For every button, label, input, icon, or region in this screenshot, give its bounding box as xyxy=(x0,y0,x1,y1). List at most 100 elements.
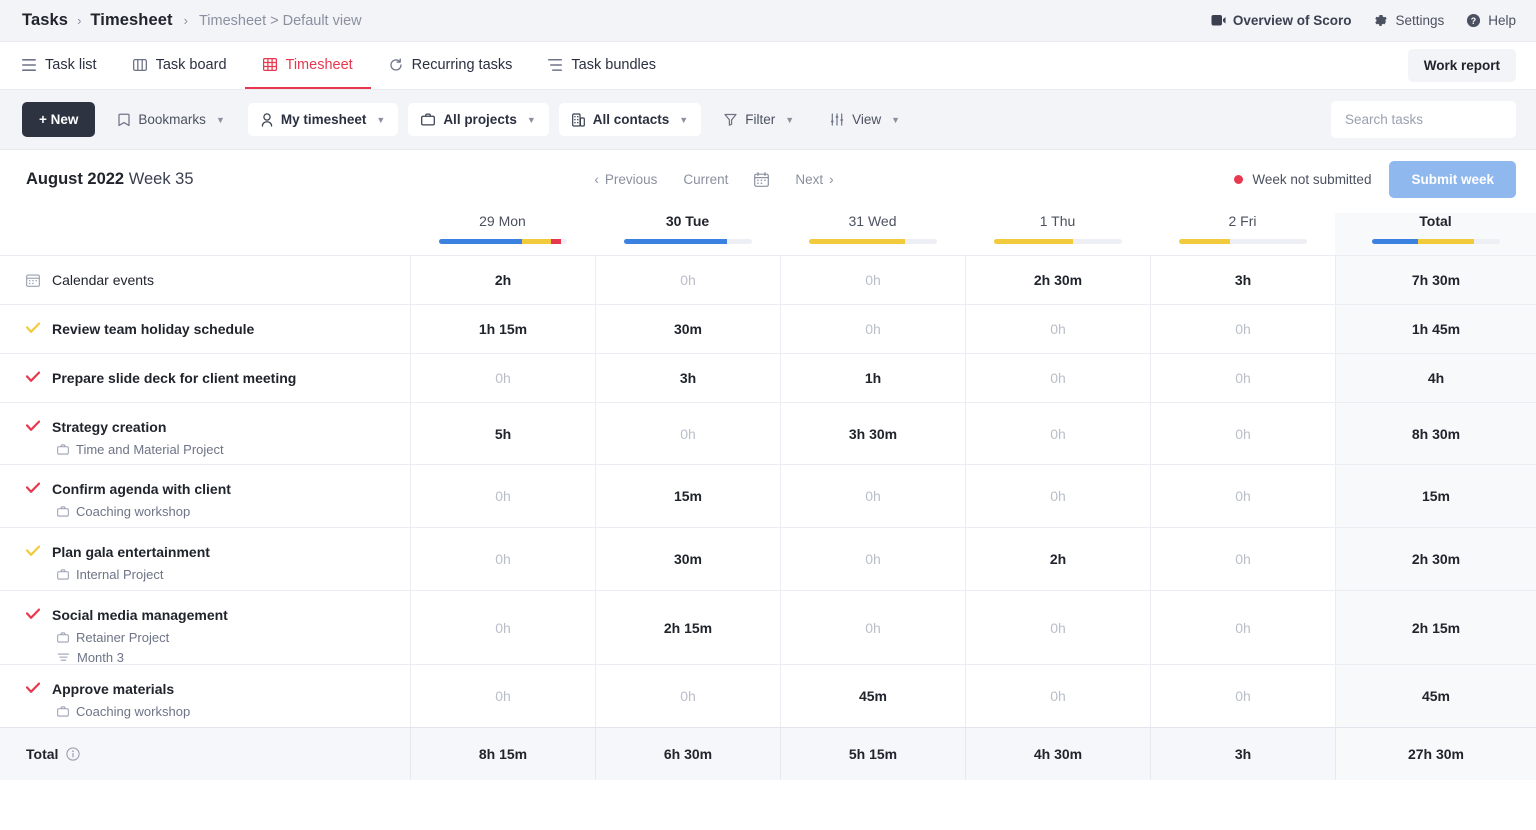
time-cell-fri[interactable]: 0h xyxy=(1150,465,1335,527)
breadcrumb-root[interactable]: Tasks xyxy=(22,11,68,30)
time-cell-wed[interactable]: 3h 30m xyxy=(780,403,965,464)
day-header-wed[interactable]: 31 Wed xyxy=(780,213,965,239)
search-input[interactable] xyxy=(1331,101,1516,138)
table-row[interactable]: Calendar events 2h 0h 0h 2h 30m 3h 7h 30… xyxy=(0,255,1536,304)
time-cell-tue[interactable]: 30m xyxy=(595,305,780,353)
row-task-cell[interactable]: Plan gala entertainment Internal Project xyxy=(0,528,410,590)
project-meta[interactable]: Coaching workshop xyxy=(52,704,190,719)
table-row[interactable]: Confirm agenda with client Coaching work… xyxy=(0,464,1536,527)
time-cell-thu[interactable]: 0h xyxy=(965,305,1150,353)
time-cell-tue[interactable]: 3h xyxy=(595,354,780,402)
time-cell-fri[interactable]: 0h xyxy=(1150,403,1335,464)
work-report-button[interactable]: Work report xyxy=(1408,49,1516,82)
time-cell-fri[interactable]: 0h xyxy=(1150,665,1335,727)
view-button[interactable]: View ▼ xyxy=(817,103,913,136)
time-cell-wed[interactable]: 0h xyxy=(780,305,965,353)
table-row[interactable]: Approve materials Coaching workshop 0h 0… xyxy=(0,664,1536,727)
row-task-cell[interactable]: Prepare slide deck for client meeting xyxy=(0,354,410,402)
check-icon[interactable] xyxy=(26,369,42,387)
all-projects-filter[interactable]: All projects ▼ xyxy=(408,103,548,136)
current-week-button[interactable]: Current xyxy=(683,172,728,187)
time-cell-thu[interactable]: 0h xyxy=(965,591,1150,664)
time-cell-thu[interactable]: 0h xyxy=(965,403,1150,464)
time-cell-tue[interactable]: 0h xyxy=(595,665,780,727)
time-cell-fri[interactable]: 0h xyxy=(1150,305,1335,353)
project-meta[interactable]: Internal Project xyxy=(52,567,210,582)
previous-week-button[interactable]: ‹ Previous xyxy=(594,172,657,187)
breadcrumb-section[interactable]: Timesheet xyxy=(90,11,172,30)
day-header-mon[interactable]: 29 Mon xyxy=(410,213,595,239)
table-row[interactable]: Prepare slide deck for client meeting 0h… xyxy=(0,353,1536,402)
row-task-cell[interactable]: Social media management Retainer Project… xyxy=(0,591,410,664)
row-task-cell[interactable]: Approve materials Coaching workshop xyxy=(0,665,410,727)
next-week-button[interactable]: Next › xyxy=(795,172,833,187)
table-row[interactable]: Strategy creation Time and Material Proj… xyxy=(0,402,1536,464)
time-cell-wed[interactable]: 0h xyxy=(780,591,965,664)
time-cell-thu[interactable]: 2h xyxy=(965,528,1150,590)
day-header-tue[interactable]: 30 Tue xyxy=(595,213,780,239)
day-header-fri[interactable]: 2 Fri xyxy=(1150,213,1335,239)
row-task-cell[interactable]: Confirm agenda with client Coaching work… xyxy=(0,465,410,527)
time-cell-wed[interactable]: 45m xyxy=(780,665,965,727)
time-cell-mon[interactable]: 0h xyxy=(410,465,595,527)
time-cell-wed[interactable]: 1h xyxy=(780,354,965,402)
new-button[interactable]: + New xyxy=(22,102,95,137)
project-meta[interactable]: Coaching workshop xyxy=(52,504,231,519)
project-meta[interactable]: Time and Material Project xyxy=(52,442,224,457)
time-cell-mon[interactable]: 0h xyxy=(410,591,595,664)
submit-week-button[interactable]: Submit week xyxy=(1389,161,1516,198)
check-icon[interactable] xyxy=(26,543,42,575)
check-icon[interactable] xyxy=(26,480,42,512)
time-cell-fri[interactable]: 0h xyxy=(1150,354,1335,402)
check-icon[interactable] xyxy=(26,320,42,338)
settings-link[interactable]: Settings xyxy=(1373,13,1444,28)
time-cell-thu[interactable]: 0h xyxy=(965,354,1150,402)
tab-timesheet[interactable]: Timesheet xyxy=(245,42,371,89)
table-row[interactable]: Review team holiday schedule 1h 15m 30m … xyxy=(0,304,1536,353)
day-header-thu[interactable]: 1 Thu xyxy=(965,213,1150,239)
time-cell-mon[interactable]: 1h 15m xyxy=(410,305,595,353)
tab-task-board[interactable]: Task board xyxy=(115,42,245,89)
time-cell-fri[interactable]: 0h xyxy=(1150,528,1335,590)
time-cell-tue[interactable]: 0h xyxy=(595,256,780,304)
breadcrumb-view[interactable]: Timesheet > Default view xyxy=(199,13,362,29)
time-cell-fri[interactable]: 3h xyxy=(1150,256,1335,304)
time-cell-tue[interactable]: 15m xyxy=(595,465,780,527)
row-task-cell[interactable]: Review team holiday schedule xyxy=(0,305,410,353)
bookmarks-button[interactable]: Bookmarks ▼ xyxy=(105,103,237,136)
row-task-cell[interactable]: Strategy creation Time and Material Proj… xyxy=(0,403,410,464)
tab-task-bundles[interactable]: Task bundles xyxy=(530,42,674,89)
filter-button[interactable]: Filter ▼ xyxy=(711,103,807,136)
all-contacts-filter[interactable]: All contacts ▼ xyxy=(559,103,701,136)
info-icon[interactable] xyxy=(66,747,80,761)
time-cell-tue[interactable]: 2h 15m xyxy=(595,591,780,664)
time-cell-mon[interactable]: 0h xyxy=(410,354,595,402)
time-cell-mon[interactable]: 5h xyxy=(410,403,595,464)
time-cell-fri[interactable]: 0h xyxy=(1150,591,1335,664)
time-cell-thu[interactable]: 0h xyxy=(965,465,1150,527)
row-task-cell[interactable]: Calendar events xyxy=(0,256,410,304)
project-meta[interactable]: Retainer Project xyxy=(52,630,228,645)
time-cell-thu[interactable]: 0h xyxy=(965,665,1150,727)
table-row[interactable]: Social media management Retainer Project… xyxy=(0,590,1536,664)
tab-recurring-tasks[interactable]: Recurring tasks xyxy=(371,42,531,89)
check-icon[interactable] xyxy=(26,418,42,449)
date-picker-button[interactable] xyxy=(754,172,769,187)
help-link[interactable]: ? Help xyxy=(1466,13,1516,28)
table-row[interactable]: Plan gala entertainment Internal Project… xyxy=(0,527,1536,590)
my-timesheet-filter[interactable]: My timesheet ▼ xyxy=(248,103,398,136)
time-cell-wed[interactable]: 0h xyxy=(780,465,965,527)
time-cell-tue[interactable]: 0h xyxy=(595,403,780,464)
time-cell-mon[interactable]: 0h xyxy=(410,665,595,727)
check-icon[interactable] xyxy=(26,680,42,712)
check-icon[interactable] xyxy=(26,606,42,649)
time-cell-mon[interactable]: 2h xyxy=(410,256,595,304)
time-cell-thu[interactable]: 2h 30m xyxy=(965,256,1150,304)
tab-task-list[interactable]: Task list xyxy=(22,42,115,89)
time-cell-wed[interactable]: 0h xyxy=(780,256,965,304)
time-cell-mon[interactable]: 0h xyxy=(410,528,595,590)
overview-of-scoro-link[interactable]: Overview of Scoro xyxy=(1211,13,1352,28)
time-cell-wed[interactable]: 0h xyxy=(780,528,965,590)
time-cell-tue[interactable]: 30m xyxy=(595,528,780,590)
milestone-meta[interactable]: Month 3 xyxy=(52,650,228,665)
